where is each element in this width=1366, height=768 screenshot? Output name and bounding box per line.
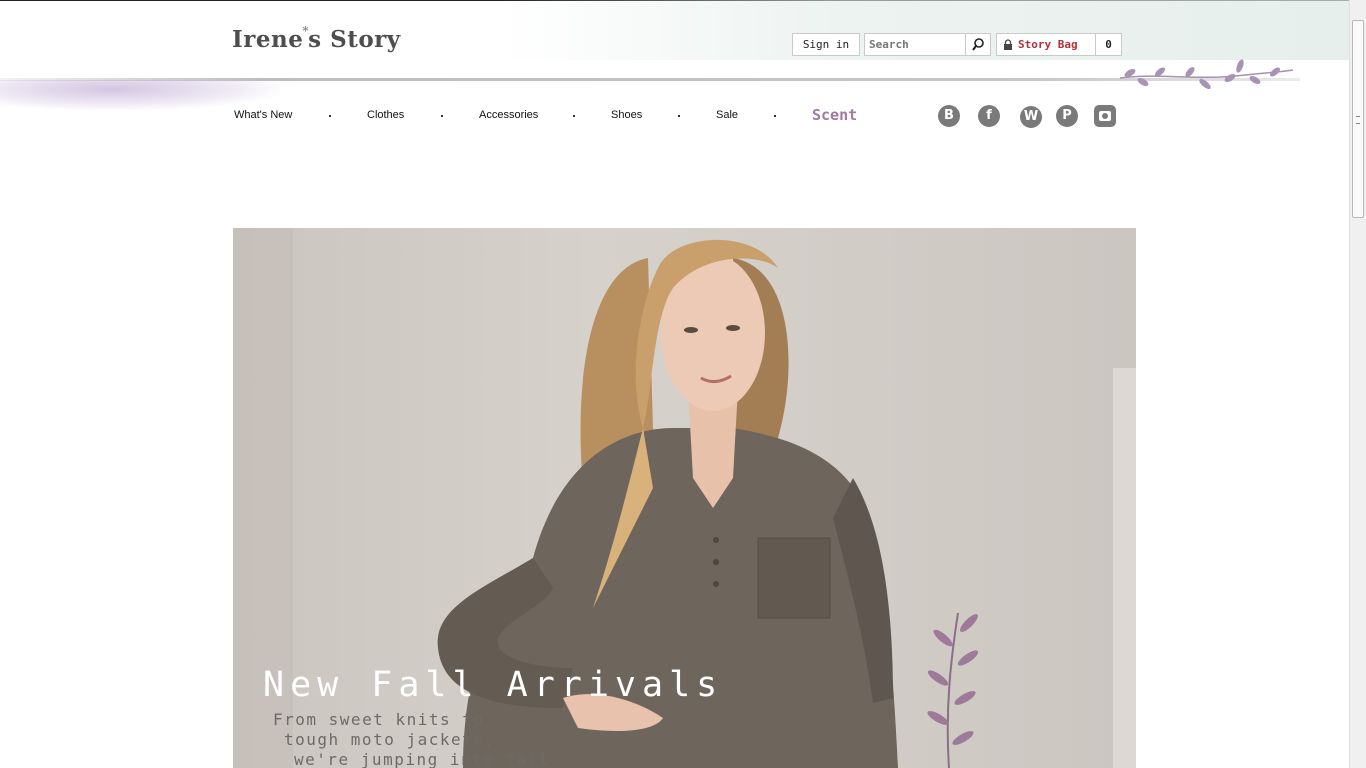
hero-banner[interactable]: New Fall Arrivals From sweet knits to to… [233, 228, 1136, 768]
nav-item-sale[interactable]: Sale [716, 109, 738, 121]
nav-separator [573, 115, 575, 117]
search-button[interactable] [965, 34, 990, 55]
lock-icon [1004, 39, 1012, 50]
story-bag-label: Story Bag [1018, 38, 1078, 51]
nav-item-scent[interactable]: Scent [812, 106, 857, 124]
nav-separator [329, 115, 331, 117]
pinterest-icon[interactable]: P [1056, 105, 1078, 127]
site-logo[interactable]: Irene*s Story [232, 24, 401, 53]
hero-title: New Fall Arrivals [263, 665, 724, 705]
nav-item-clothes[interactable]: Clothes [367, 109, 404, 121]
bag-count-badge: 0 [1095, 34, 1121, 55]
watercolor-decoration [0, 80, 280, 110]
search-box [864, 33, 991, 56]
wordpress-icon[interactable]: W [1020, 106, 1042, 128]
instagram-icon[interactable] [1094, 105, 1116, 127]
facebook-icon[interactable]: f [978, 105, 1000, 127]
hero-description: From sweet knits to tough moto jackets, … [273, 710, 551, 768]
search-input[interactable] [865, 34, 965, 55]
vine-decoration [1119, 59, 1294, 90]
nav-item-whats-new[interactable]: What's New [234, 109, 292, 121]
story-bag-button[interactable]: Story Bag 0 [996, 33, 1122, 56]
nav-item-shoes[interactable]: Shoes [611, 109, 642, 121]
sign-in-button[interactable]: Sign in [792, 33, 860, 56]
grip-icon [1356, 116, 1360, 124]
search-icon [972, 38, 984, 51]
nav-item-accessories[interactable]: Accessories [479, 109, 538, 121]
vertical-scrollbar[interactable] [1349, 0, 1366, 768]
camera-icon [1099, 111, 1111, 121]
blogger-icon[interactable]: B [938, 105, 960, 127]
nav-separator [678, 115, 680, 117]
nav-separator [441, 115, 443, 117]
nav-separator [774, 115, 776, 117]
scrollbar-thumb[interactable] [1352, 20, 1364, 218]
